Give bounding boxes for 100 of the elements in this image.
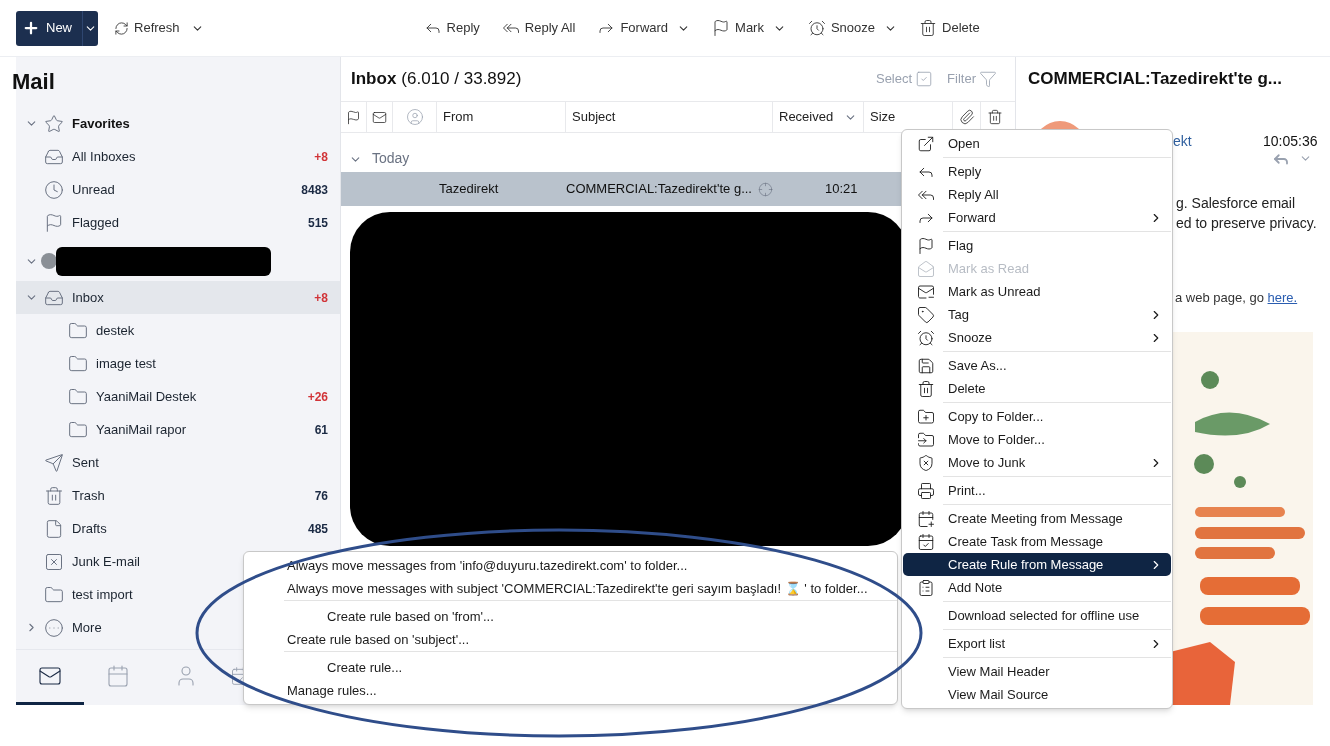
folder-item[interactable]: Unread 8483: [16, 173, 340, 206]
tag-icon: [917, 305, 935, 324]
folder-label: Inbox: [72, 288, 104, 307]
menu-item[interactable]: Create Rule from Message: [903, 553, 1171, 576]
folder-label: test import: [72, 585, 133, 604]
toolbar-button[interactable]: Snooze: [807, 18, 898, 38]
folder-count: 515: [307, 214, 328, 232]
checkbox-icon: [915, 70, 934, 88]
column-header[interactable]: Subject: [566, 102, 773, 132]
folder-count: +8: [314, 289, 328, 307]
filter-icon: [979, 70, 997, 88]
toolbar-button[interactable]: Forward: [597, 18, 691, 38]
folder-icon: [68, 320, 88, 341]
toolbar-button[interactable]: Reply: [423, 18, 480, 38]
folder-item[interactable]: Sent: [16, 446, 340, 479]
folder-item[interactable]: YaaniMail Destek +26: [16, 380, 340, 413]
menu-item[interactable]: Export list: [903, 627, 1171, 655]
trash-icon[interactable]: [987, 109, 1003, 125]
unread-icon: [917, 282, 935, 301]
menu-item[interactable]: Create Meeting from Message: [903, 502, 1171, 530]
folder-label: YaaniMail rapor: [96, 420, 187, 439]
task-icon: [917, 532, 935, 551]
move-icon: [917, 430, 935, 449]
menu-item[interactable]: Open: [903, 132, 1171, 155]
column-header[interactable]: From: [437, 102, 566, 132]
menu-item[interactable]: View Mail Source: [903, 683, 1171, 706]
delete-icon: [917, 379, 935, 398]
copy-icon: [917, 407, 935, 426]
folder-item[interactable]: YaaniMail rapor 61: [16, 413, 340, 446]
folder-label: Flagged: [72, 213, 119, 232]
folder-count: +8: [314, 148, 328, 166]
menu-item[interactable]: Flag: [903, 229, 1171, 257]
unread-icon[interactable]: [372, 109, 387, 125]
open-icon: [917, 134, 935, 153]
toolbar-button[interactable]: Delete: [919, 18, 980, 38]
folder-item[interactable]: Inbox +8: [16, 281, 340, 314]
refresh-icon: [114, 20, 129, 36]
more-icon: [44, 617, 64, 638]
menu-item[interactable]: Copy to Folder...: [903, 400, 1171, 428]
menu-item[interactable]: Forward: [903, 206, 1171, 229]
menu-item[interactable]: Add Note: [903, 576, 1171, 599]
menu-item[interactable]: Move to Junk: [903, 451, 1171, 474]
crosshair-icon: [758, 181, 773, 197]
folder-item[interactable]: Drafts 485: [16, 512, 340, 545]
plus-icon: [22, 19, 40, 37]
menu-item[interactable]: Mark as Unread: [903, 280, 1171, 303]
menu-item[interactable]: View Mail Header: [903, 655, 1171, 683]
refresh-button[interactable]: Refresh: [114, 18, 204, 38]
section-label[interactable]: Favorites: [72, 113, 130, 134]
menu-item[interactable]: Create rule based on 'subject'...: [244, 628, 897, 651]
snooze-icon: [807, 19, 826, 37]
folder-icon: [44, 584, 64, 605]
folder-count: 8483: [301, 181, 328, 199]
message-sender: Tazedirekt: [439, 180, 500, 199]
contact-icon[interactable]: [405, 108, 424, 126]
column-header[interactable]: Received: [773, 102, 864, 132]
folder-label: Trash: [72, 486, 105, 505]
clock-icon: [44, 179, 64, 200]
folder-count: +26: [307, 388, 328, 406]
message-count: (6.010 / 33.892): [401, 68, 522, 91]
folder-item[interactable]: image test: [16, 347, 340, 380]
menu-item[interactable]: Manage rules...: [244, 679, 897, 702]
folder-item[interactable]: All Inboxes +8: [16, 140, 340, 173]
menu-item[interactable]: Snooze: [903, 326, 1171, 349]
message-time: 10:21: [825, 180, 858, 199]
folder-item[interactable]: Trash 76: [16, 479, 340, 512]
save-icon: [917, 356, 935, 375]
junk-icon: [917, 453, 935, 472]
folder-label: Junk E-mail: [72, 552, 140, 571]
list-title: Inbox: [351, 68, 397, 91]
flag-icon: [44, 212, 64, 233]
toolbar-button[interactable]: Mark: [712, 18, 786, 38]
folder-label: YaaniMail Destek: [96, 387, 197, 406]
new-button[interactable]: New: [16, 10, 98, 46]
attachment-icon[interactable]: [958, 109, 975, 125]
send-icon: [44, 452, 64, 473]
folder-icon: [68, 419, 88, 440]
menu-item[interactable]: Delete: [903, 377, 1171, 400]
folder-item[interactable]: destek: [16, 314, 340, 347]
menu-item[interactable]: Create Task from Message: [903, 530, 1171, 553]
menu-item[interactable]: Create rule based on 'from'...: [284, 600, 897, 628]
menu-item[interactable]: Move to Folder...: [903, 428, 1171, 451]
print-icon: [917, 481, 935, 500]
menu-item[interactable]: Print...: [903, 474, 1171, 502]
menu-item[interactable]: Download selected for offline use: [903, 599, 1171, 627]
body-text: a web page, go here.: [1175, 289, 1298, 307]
menu-item[interactable]: Always move messages with subject 'COMMERCIAL:Tazedirekt'te geri sayım başladı! ⌛ ' to folder...: [244, 577, 897, 600]
menu-item[interactable]: Create rule...: [284, 651, 897, 679]
message-title: COMMERCIAL:Tazedirekt'te g...: [1028, 68, 1283, 91]
folder-item[interactable]: Flagged 515: [16, 206, 340, 239]
mail-icon: [38, 664, 62, 688]
folder-label: Unread: [72, 180, 115, 199]
menu-item[interactable]: Save As...: [903, 349, 1171, 377]
folder-icon: [68, 386, 88, 407]
folder-label: image test: [96, 354, 156, 373]
flag-icon[interactable]: [346, 109, 361, 125]
folder-label: All Inboxes: [72, 147, 136, 166]
toolbar-button[interactable]: Reply All: [501, 18, 576, 38]
menu-item[interactable]: Tag: [903, 303, 1171, 326]
here-link[interactable]: here.: [1267, 290, 1298, 305]
